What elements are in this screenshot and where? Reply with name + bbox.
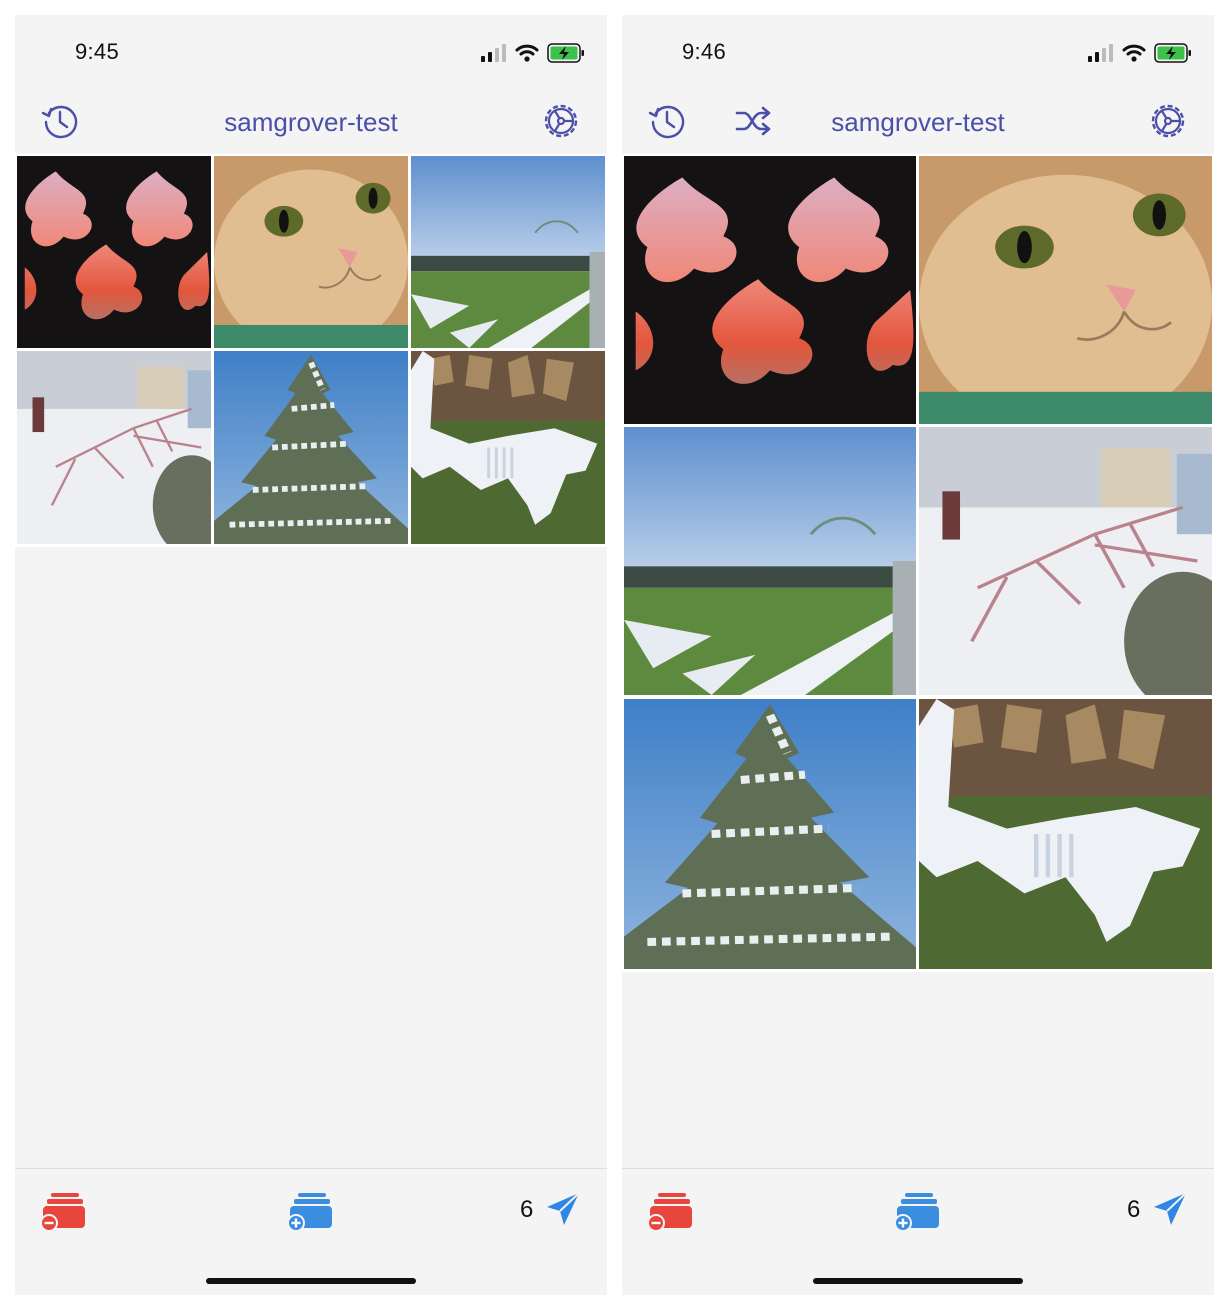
battery-charging-icon bbox=[547, 43, 584, 63]
add-to-stack-icon bbox=[894, 1193, 939, 1232]
nav-title: samgrover-test bbox=[224, 107, 398, 137]
home-indicator[interactable] bbox=[813, 1278, 1023, 1284]
photo-woodpile-snow[interactable] bbox=[919, 699, 1212, 969]
add-to-stack-button[interactable] bbox=[893, 1189, 941, 1233]
wifi-icon bbox=[515, 44, 539, 62]
photo-sunset-lattice[interactable] bbox=[624, 156, 916, 424]
nav-title: samgrover-test bbox=[831, 107, 1005, 137]
send-icon bbox=[547, 1192, 580, 1225]
send-icon bbox=[1154, 1192, 1187, 1225]
home-indicator[interactable] bbox=[206, 1278, 416, 1284]
remove-from-stack-icon bbox=[40, 1193, 85, 1232]
remove-from-stack-button[interactable] bbox=[646, 1189, 694, 1233]
phone-screen-right: 9:46 samgrover-test 6 bbox=[622, 15, 1214, 1295]
send-button[interactable] bbox=[543, 1189, 583, 1233]
photo-woodpile-snow[interactable] bbox=[411, 351, 605, 544]
navigation-bar: samgrover-test bbox=[622, 87, 1214, 153]
phone-screen-left: 9:45 samgrover-test 6 bbox=[15, 15, 607, 1295]
settings-icon bbox=[544, 104, 578, 138]
photo-count: 6 bbox=[520, 1196, 534, 1223]
bottom-toolbar: 6 bbox=[622, 1168, 1214, 1295]
settings-button[interactable] bbox=[541, 101, 581, 141]
send-button[interactable] bbox=[1150, 1189, 1190, 1233]
photo-frozen-branch[interactable] bbox=[17, 351, 211, 544]
add-to-stack-button[interactable] bbox=[286, 1189, 334, 1233]
settings-button[interactable] bbox=[1148, 101, 1188, 141]
status-bar: 9:45 bbox=[15, 15, 607, 87]
remove-from-stack-button[interactable] bbox=[39, 1189, 87, 1233]
status-time: 9:45 bbox=[74, 39, 120, 64]
navigation-bar: samgrover-test bbox=[15, 87, 607, 153]
status-bar: 9:46 bbox=[622, 15, 1214, 87]
signal-icon bbox=[481, 44, 506, 62]
photo-snowy-evergreen[interactable] bbox=[214, 351, 408, 544]
status-icons bbox=[1088, 41, 1192, 65]
status-time: 9:46 bbox=[681, 39, 727, 64]
photo-snowy-field[interactable] bbox=[411, 156, 605, 348]
bottom-toolbar: 6 bbox=[15, 1168, 607, 1295]
wifi-icon bbox=[1122, 44, 1146, 62]
status-icons bbox=[481, 41, 585, 65]
photo-snowy-field[interactable] bbox=[624, 427, 916, 695]
battery-charging-icon bbox=[1154, 43, 1191, 63]
photo-grid bbox=[15, 154, 607, 547]
remove-from-stack-icon bbox=[647, 1193, 692, 1232]
photo-count: 6 bbox=[1127, 1196, 1141, 1223]
photo-snowy-evergreen[interactable] bbox=[624, 699, 916, 969]
photo-orange-cat[interactable] bbox=[214, 156, 408, 348]
photo-grid bbox=[622, 154, 1214, 972]
settings-icon bbox=[1151, 104, 1185, 138]
photo-sunset-lattice[interactable] bbox=[17, 156, 211, 348]
add-to-stack-icon bbox=[287, 1193, 332, 1232]
photo-orange-cat[interactable] bbox=[919, 156, 1212, 424]
signal-icon bbox=[1088, 44, 1113, 62]
photo-frozen-branch[interactable] bbox=[919, 427, 1212, 695]
